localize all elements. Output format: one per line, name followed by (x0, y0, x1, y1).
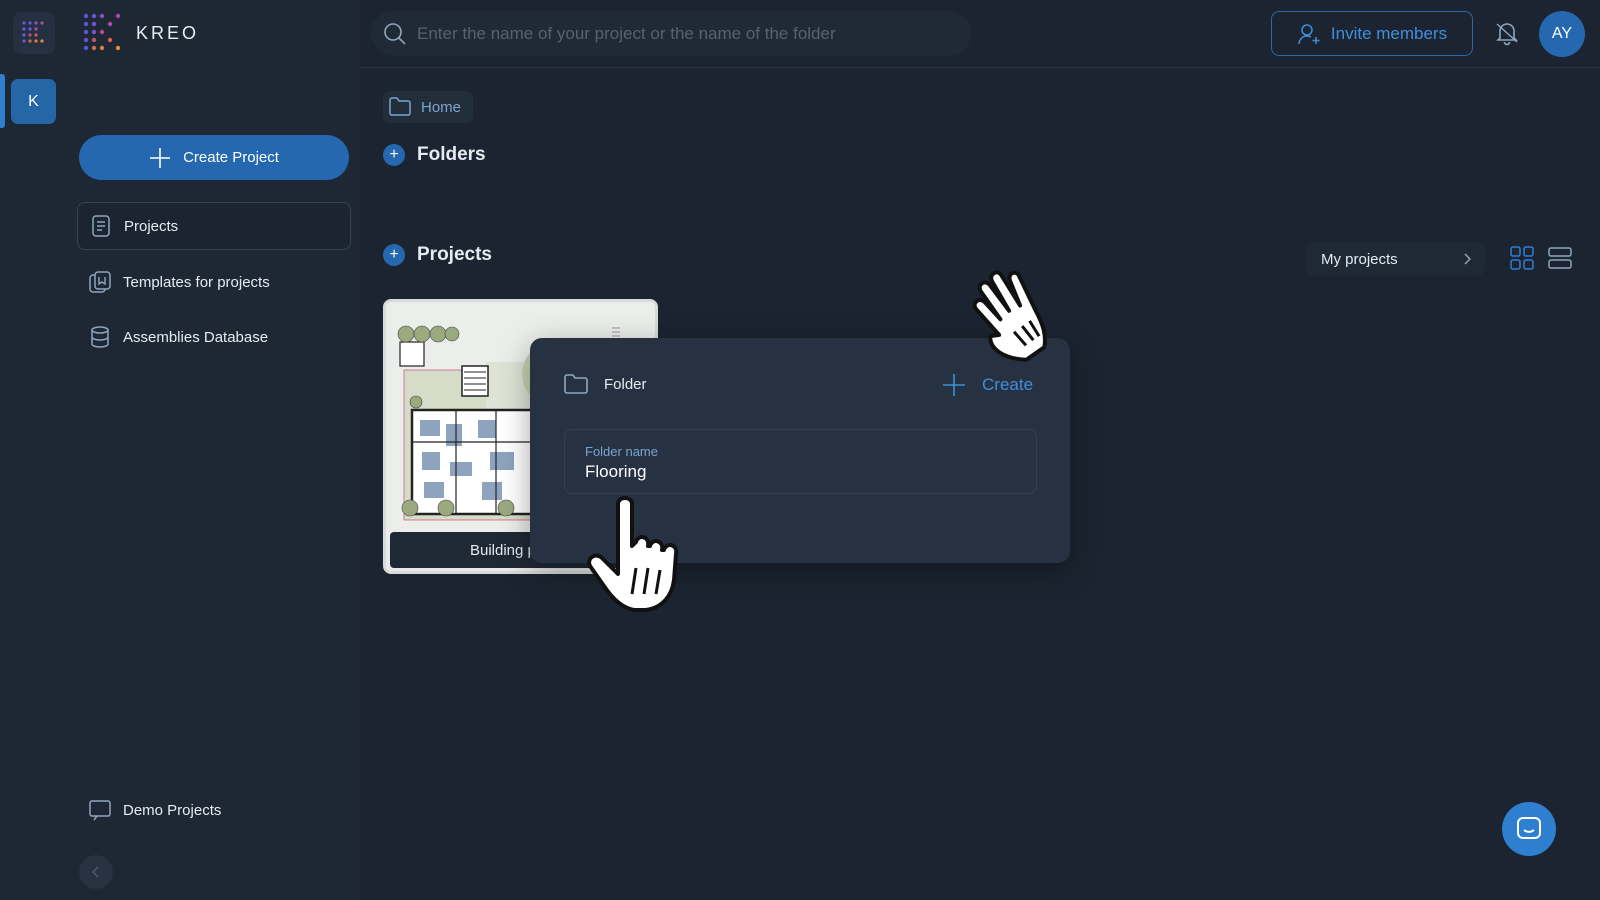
plus-icon (943, 374, 965, 396)
create-project-button[interactable]: Create Project (79, 135, 349, 180)
invite-members-button[interactable]: Invite members (1271, 11, 1473, 56)
top-bar: Invite members AY (360, 0, 1600, 68)
breadcrumb-home[interactable]: Home (383, 91, 474, 123)
create-folder-button[interactable]: Create (942, 373, 1033, 397)
add-project-button[interactable]: + (383, 244, 405, 266)
app-grid-icon[interactable] (13, 12, 55, 54)
search-input[interactable] (417, 23, 957, 44)
folder-name-label: Folder name (585, 444, 658, 459)
sidebar-item-label: Assemblies Database (123, 328, 269, 346)
search-bar (371, 11, 971, 56)
sidebar-item-demo-projects[interactable]: Demo Projects (77, 786, 351, 834)
create-project-label: Create Project (183, 149, 279, 166)
sidebar-item-assemblies[interactable]: Assemblies Database (77, 313, 351, 361)
create-folder-label: Create (982, 375, 1034, 394)
folder-name-field[interactable]: Folder name Flooring (564, 429, 1037, 494)
brand-name: KREO (136, 22, 200, 43)
collapse-sidebar-button[interactable] (79, 855, 113, 889)
folder-icon (389, 97, 411, 116)
sidebar-item-label: Demo Projects (123, 801, 222, 819)
popup-title: Folder (564, 373, 647, 395)
sidebar: KREO Create Project Projects Templates f… (68, 0, 360, 900)
projects-filter-dropdown[interactable]: My projects (1305, 242, 1485, 276)
chat-icon (1517, 817, 1541, 839)
chat-support-button[interactable] (1502, 802, 1556, 856)
folders-heading: Folders (417, 144, 486, 165)
create-folder-popup: Folder Create Folder name Flooring (530, 338, 1070, 563)
templates-icon (89, 271, 111, 293)
sidebar-item-label: Projects (124, 217, 179, 235)
presentation-icon (89, 799, 111, 821)
sidebar-item-projects[interactable]: Projects (77, 202, 351, 250)
active-indicator (0, 74, 5, 128)
popup-title-label: Folder (604, 375, 647, 393)
workspace-rail: K (0, 0, 68, 900)
search-icon (384, 22, 406, 45)
invite-members-label: Invite members (1330, 23, 1448, 43)
add-user-icon (1298, 23, 1320, 44)
sidebar-item-templates[interactable]: Templates for projects (77, 258, 351, 306)
chevron-left-icon (91, 866, 99, 878)
user-avatar[interactable]: AY (1539, 11, 1585, 57)
chevron-right-icon (1464, 253, 1471, 265)
document-icon (90, 215, 112, 237)
projects-section-header: + Projects (383, 244, 492, 266)
folders-section-header: + Folders (383, 144, 486, 166)
database-icon (89, 326, 111, 348)
plus-icon (150, 147, 171, 168)
folder-name-input[interactable]: Flooring (585, 462, 1016, 482)
folder-icon (564, 374, 588, 394)
company-switcher[interactable]: K (11, 79, 56, 124)
list-view-icon[interactable] (1548, 246, 1572, 270)
add-folder-button[interactable]: + (383, 144, 405, 166)
grid-view-icon[interactable] (1510, 246, 1534, 270)
brand: KREO (82, 12, 199, 54)
notification-bell-icon[interactable] (1494, 20, 1520, 46)
filter-label: My projects (1321, 250, 1398, 268)
kreo-logo-icon (83, 13, 121, 51)
projects-heading: Projects (417, 244, 492, 265)
breadcrumb-label: Home (421, 98, 462, 116)
sidebar-item-label: Templates for projects (123, 273, 270, 291)
